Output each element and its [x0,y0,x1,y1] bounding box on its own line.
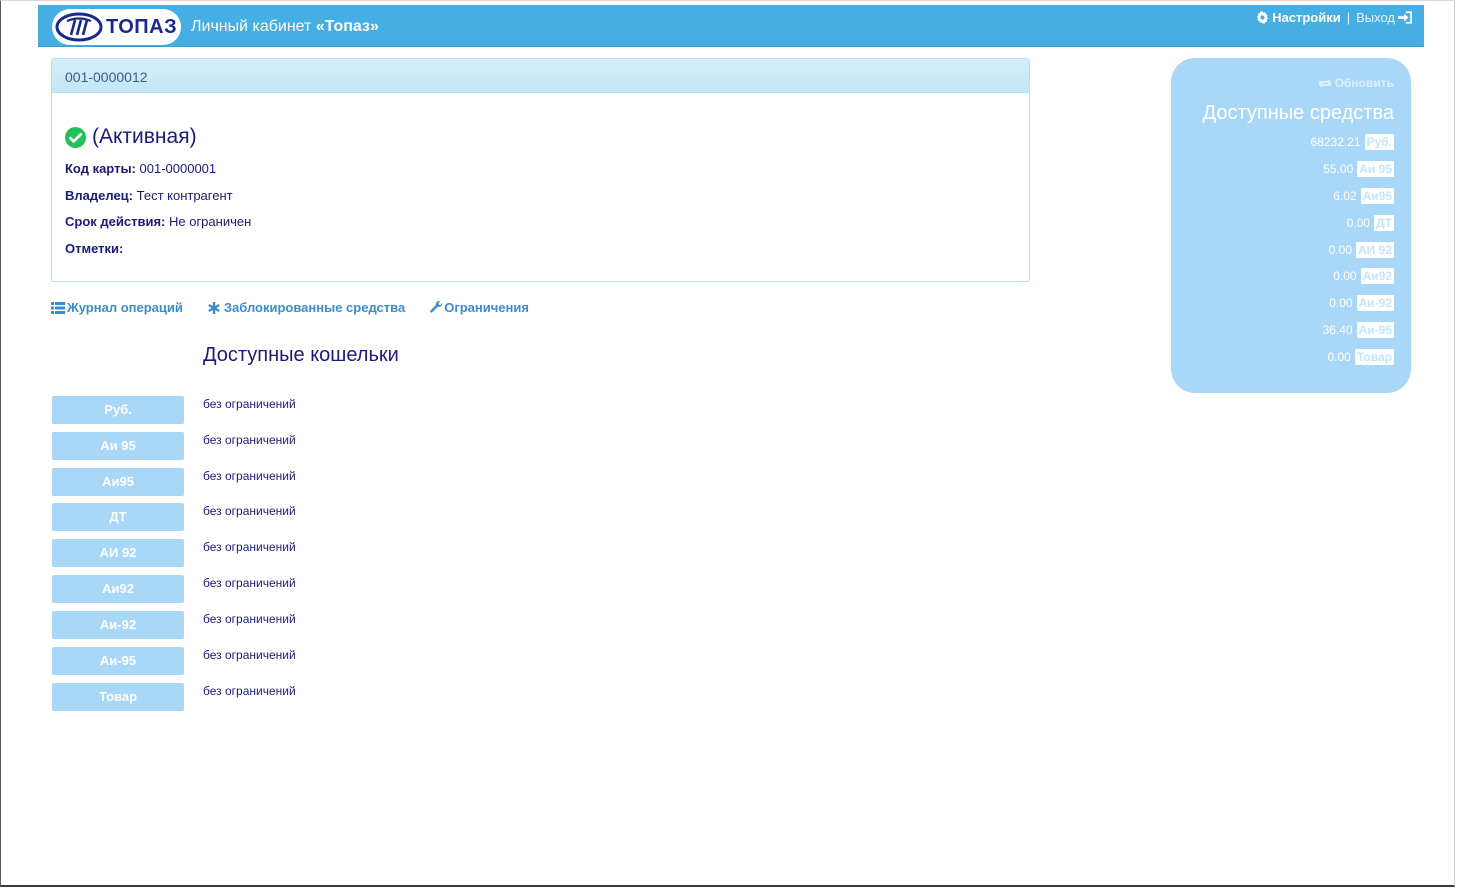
fund-amount: 0.00 [1346,216,1371,230]
fund-unit-badge: Руб. [1364,134,1394,150]
settings-link[interactable]: Настройки [1272,10,1341,25]
card-owner-label: Владелец: [65,188,133,203]
menu-separator: | [1346,10,1351,25]
wallets-title: Доступные кошельки [203,344,399,366]
tab-operations-journal-label: Журнал операций [67,300,183,315]
fund-row: 36.40 Аи-95 [1323,322,1394,338]
cabinet-title-prefix: Личный кабинет [191,18,316,35]
wallet-limit: без ограничений [203,397,296,411]
fund-unit-badge: Аи-95 [1356,322,1394,338]
available-funds-panel: Обновить Доступные средства 68232.21 Руб… [1171,58,1411,393]
wallet-button[interactable]: АИ 92 [52,539,184,567]
fund-amount: 0.00 [1327,350,1351,364]
card-owner-value: Тест контрагент [136,188,233,203]
fund-unit-badge: Аи92 [1360,268,1394,284]
wallet-limit: без ограничений [203,433,296,447]
wallet-limit: без ограничений [203,540,296,554]
fund-row: 0.00 АИ 92 [1329,242,1394,258]
fund-row: 0.00 Аи-92 [1329,295,1394,311]
fund-unit-badge: Аи-92 [1356,295,1394,311]
wallet-button[interactable]: Руб. [52,396,184,424]
fund-amount: 68232.21 [1310,135,1361,149]
fund-unit-badge: Аи95 [1360,188,1394,204]
fund-row: 68232.21 Руб. [1310,134,1394,150]
tab-blocked-funds[interactable]: Заблокированные средства [208,300,405,315]
logout-icon[interactable] [1398,11,1412,24]
wallet-button[interactable]: Аи92 [52,575,184,603]
fund-unit-badge: Аи 95 [1357,161,1394,177]
wallet-button[interactable]: Товар [52,683,184,711]
fund-row: 0.00 Аи92 [1333,268,1394,284]
wallet-button[interactable]: Аи95 [52,468,184,496]
fund-row: 55.00 Аи 95 [1323,161,1394,177]
card-tabs: Журнал операций Заблокированные средства… [51,300,529,315]
card-validity-line: Срок действия: Не ограничен [65,214,251,229]
card-code-value: 001-0000001 [139,161,217,176]
cabinet-title-brand: «Топаз» [315,18,379,35]
topaz-emblem-icon [55,12,103,42]
wallet-limit: без ограничений [203,612,296,626]
fund-row: 0.00 Товар [1327,349,1394,365]
wallet-limit: без ограничений [203,648,296,662]
tab-blocked-funds-label: Заблокированные средства [223,300,406,315]
card-status-text: (Активная) [92,125,197,148]
tab-operations-journal[interactable]: Журнал операций [51,300,183,315]
wrench-icon [430,301,443,313]
fund-amount: 0.00 [1329,296,1353,310]
tab-restrictions-label: Ограничения [444,300,529,315]
fund-amount: 0.00 [1328,243,1353,257]
user-menu: Настройки | Выход [1256,10,1412,25]
fund-unit-badge: АИ 92 [1356,242,1394,258]
refresh-label: Обновить [1334,76,1394,90]
list-icon [51,301,65,314]
fund-unit-badge: ДТ [1374,215,1394,231]
wallet-button[interactable]: Аи 95 [52,432,184,460]
wallet-button[interactable]: ДТ [52,503,184,531]
tab-restrictions[interactable]: Ограничения [430,300,529,315]
refresh-button[interactable]: Обновить [1318,76,1394,90]
wallet-limit: без ограничений [203,684,296,698]
fund-amount: 55.00 [1323,162,1354,176]
cabinet-title: Личный кабинет «Топаз» [191,18,379,36]
card-status: (Активная) [65,125,197,149]
wallet-button[interactable]: Аи-95 [52,647,184,675]
logo-wordmark: ТОПАЗ [106,16,178,38]
wallet-limit: без ограничений [203,504,296,518]
wallet-limit: без ограничений [203,576,296,590]
card-code-line: Код карты: 001-0000001 [65,161,216,176]
check-circle-icon [65,126,86,148]
refresh-icon [1318,78,1331,88]
fund-row: 0.00 ДТ [1347,215,1394,231]
fund-unit-badge: Товар [1354,349,1394,365]
logout-link[interactable]: Выход [1356,10,1395,25]
fund-row: 6.02 Аи95 [1333,188,1394,204]
card-validity-value: Не ограничен [168,214,252,229]
card-notes-line: Отметки: [65,241,123,256]
asterisk-icon [208,301,220,314]
card-code-label: Код карты: [65,161,136,176]
card-info-panel: 001-0000012 (Активная) Код карты: 001-00… [51,58,1030,282]
card-number-heading: 001-0000012 [52,59,1029,93]
card-notes-label: Отметки: [65,241,124,256]
card-validity-label: Срок действия: [65,214,166,229]
funds-title: Доступные средства [1202,102,1394,124]
wallet-button[interactable]: Аи-92 [52,611,184,639]
fund-amount: 36.40 [1322,323,1353,337]
top-navbar: ТОПАЗ Личный кабинет «Топаз» Настройки |… [38,5,1424,47]
gear-icon [1256,11,1269,24]
fund-amount: 6.02 [1333,189,1357,203]
card-owner-line: Владелец: Тест контрагент [65,188,233,203]
fund-amount: 0.00 [1333,269,1357,283]
wallet-limit: без ограничений [203,469,296,483]
topaz-logo[interactable]: ТОПАЗ [52,9,181,45]
